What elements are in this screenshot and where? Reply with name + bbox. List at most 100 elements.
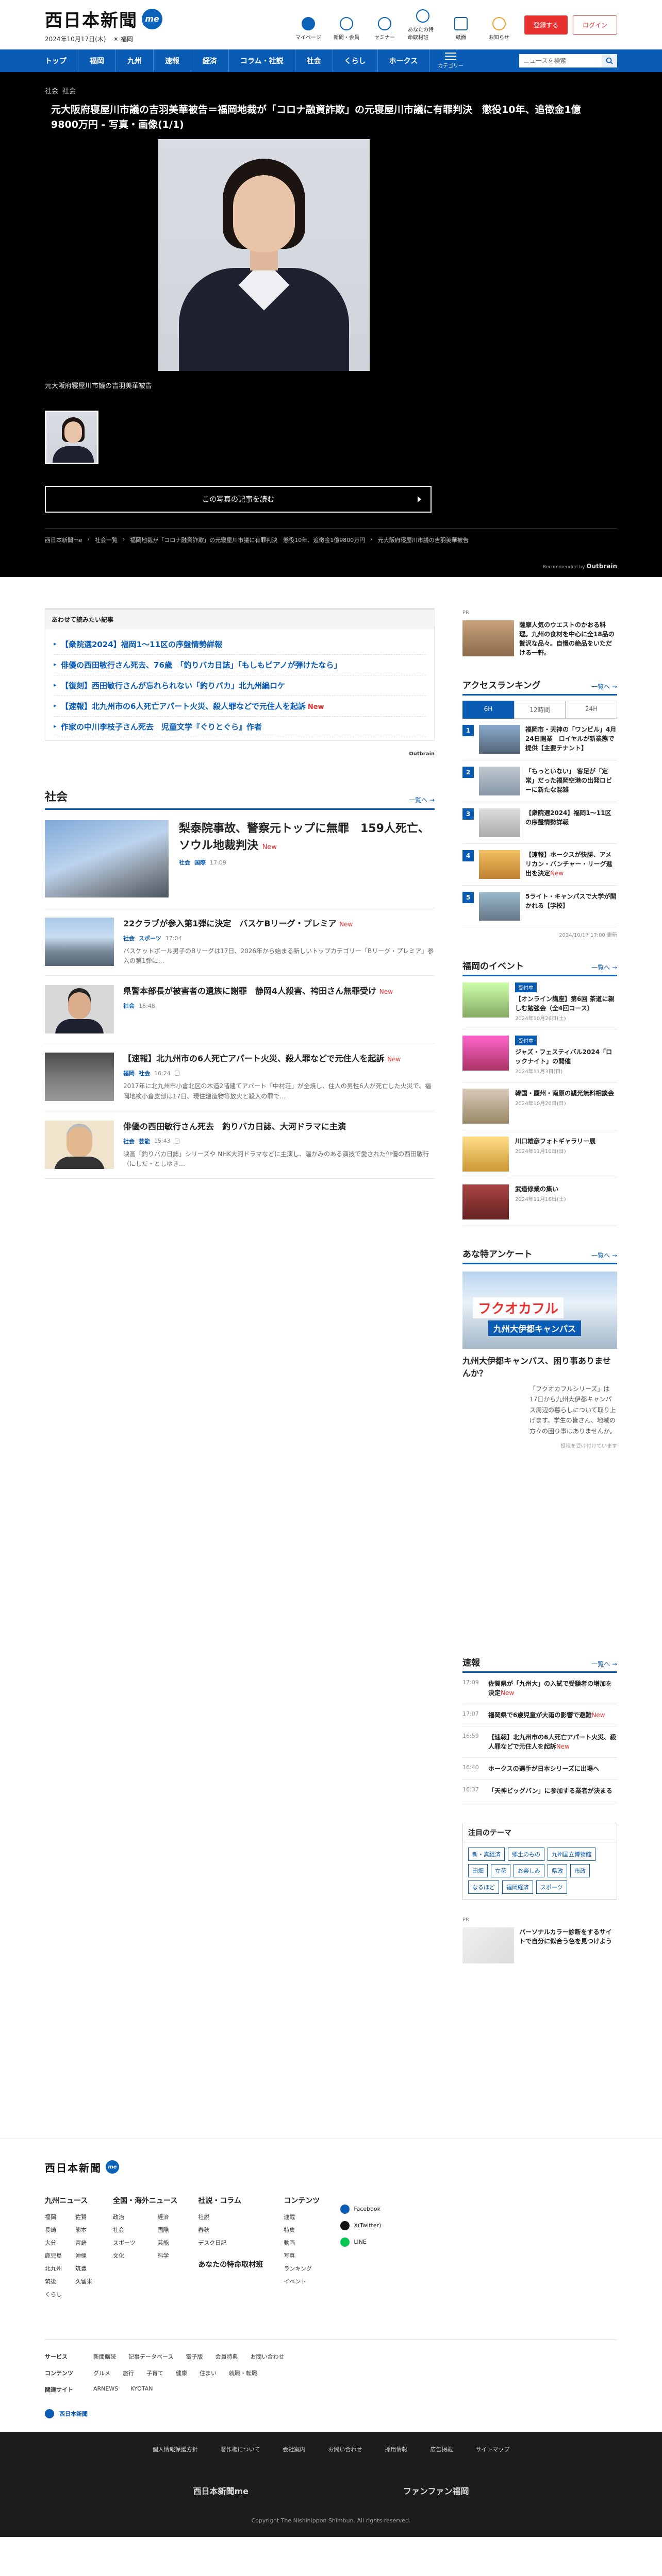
breaking-item[interactable]: 16:37 「天神ビッグバン」に参加する業者が決まる (462, 1780, 617, 1802)
footer-link[interactable]: くらし (45, 2290, 62, 2298)
footer-link[interactable]: 経済 (158, 2213, 178, 2221)
header-link-mypage[interactable]: マイページ (293, 16, 323, 41)
footer-link[interactable]: 北九州 (45, 2264, 62, 2273)
category-menu-button[interactable]: カテゴリー (438, 53, 464, 69)
related-item[interactable]: 【速報】北九州市の6人死亡アパート火災、殺人罪などで元住人を起訴New (54, 696, 426, 717)
footer-link[interactable]: ランキング (284, 2264, 320, 2273)
footer-link[interactable]: デスク日記 (198, 2239, 263, 2247)
news-item[interactable]: 22クラブが参入第1弾に決定 バスケBリーグ・プレミア New 社会 スポーツ 17… (45, 908, 435, 976)
news-item[interactable]: 県警本部長が被害者の遺族に謝罪 静岡4人殺害、袴田さん無罪受け New 社会 16… (45, 976, 435, 1044)
nav-item-hawks[interactable]: ホークス (378, 49, 430, 72)
footer-link[interactable]: 社会 (113, 2226, 144, 2234)
footer-col-title[interactable]: あなたの特命取材班 (198, 2259, 263, 2269)
footer-link[interactable]: 春秋 (198, 2226, 263, 2234)
footer-link[interactable]: 長崎 (45, 2226, 62, 2234)
bottom-link[interactable]: 広告掲載 (430, 2445, 453, 2453)
bottom-brand[interactable]: ファンファン福岡 (403, 2484, 469, 2497)
news-item[interactable]: 俳優の西田敏行さん死去 釣りバカ日誌、大河ドラマに主演 社会 芸能 15:43 映画… (45, 1111, 435, 1179)
theme-tag[interactable]: 福岡経済 (502, 1880, 533, 1894)
footer-logo[interactable]: 西日本新聞 me (45, 2160, 617, 2175)
event-item[interactable]: 川口雄彦フォトギャラリー展 2024年11月10日(日) (462, 1130, 617, 1178)
ranking-more-link[interactable]: 一覧へ (591, 682, 617, 691)
header-link-investigation[interactable]: あなたの特命取材班 (408, 9, 438, 41)
sidebar-ad-2[interactable]: PR パーソナルカラー診断をするサイトで自分に似合う色を見つけよう (462, 1915, 617, 1963)
breaking-item[interactable]: 16:40 ホークスの選手が日本シリーズに出場へ (462, 1758, 617, 1780)
event-item[interactable]: 韓国・慶州・南原の観光無料相談会 2024年10月20日(日) (462, 1082, 617, 1130)
footer-link[interactable]: 筑後 (45, 2277, 62, 2285)
search-input[interactable] (519, 54, 602, 67)
footer-link[interactable]: 写真 (284, 2251, 320, 2260)
footer-link[interactable]: 宮崎 (75, 2239, 92, 2247)
bottom-link[interactable]: 会社案内 (283, 2445, 305, 2453)
related-item[interactable]: 作家の中川李枝子さん死去 児童文学『ぐりとぐら』作者 (54, 717, 426, 737)
bottom-link[interactable]: 個人情報保護方針 (153, 2445, 198, 2453)
event-item[interactable]: 受付中 【オンライン講座】第6回 茶道に親しむ勉強会（全4回コース） 2024年10… (462, 976, 617, 1029)
theme-tag[interactable]: お楽しみ (514, 1863, 544, 1877)
event-item[interactable]: 受付中 ジャズ・フェスティバル2024「ロックナイト」の開催 2024年11月3日(… (462, 1029, 617, 1082)
footer-link[interactable]: 特集 (284, 2226, 320, 2234)
ranking-tab-24h[interactable]: 24H (566, 701, 617, 719)
nav-item-life[interactable]: くらし (333, 49, 378, 72)
search-button[interactable] (602, 54, 617, 67)
footer-link[interactable]: 筑豊 (75, 2264, 92, 2273)
footer-link[interactable]: ARNEWS (93, 2385, 118, 2394)
footer-link[interactable]: 住まい (200, 2369, 217, 2377)
footer-link[interactable]: 連載 (284, 2213, 320, 2221)
news-item[interactable]: 【速報】北九州市の6人死亡アパート火災、殺人罪などで元住人を起訴 New 福岡社… (45, 1043, 435, 1111)
header-link-seminar[interactable]: セミナー (370, 16, 400, 41)
header-link-notice[interactable]: お知らせ (484, 16, 514, 41)
survey-more-link[interactable]: 一覧へ (591, 1251, 617, 1260)
ranking-item[interactable]: 3 【衆院選2024】福岡1〜11区の序盤情勢詳報 (462, 802, 617, 844)
ranking-item[interactable]: 4 【速報】ホークスが快勝、アメリカン・バンチャー・リーグ進出を決定New (462, 844, 617, 886)
breaking-item[interactable]: 17:09 佐賀県が「九州大」の入試で受験者の増加を決定New (462, 1673, 617, 1704)
footer-link[interactable]: 旅行 (123, 2369, 134, 2377)
breadcrumb-item[interactable]: 西日本新聞me (45, 536, 82, 544)
ranking-tab-6h[interactable]: 6H (462, 701, 514, 719)
weather-link[interactable]: ☀ 福岡 (113, 35, 133, 43)
ranking-item[interactable]: 2 「もっといない」 客足が「定常」だった福岡空港の出発ロビーに新たな混雑 (462, 760, 617, 802)
breaking-more-link[interactable]: 一覧へ (591, 1659, 617, 1668)
footer-link[interactable]: 福岡 (45, 2213, 62, 2221)
register-button[interactable]: 登録する (524, 15, 568, 35)
related-item[interactable]: 【復刻】西田敏行さんが忘れられない「釣りバカ」北九州編ロケ (54, 675, 426, 696)
society-more-link[interactable]: 一覧へ (409, 795, 435, 804)
footer-link[interactable]: 沖縄 (75, 2251, 92, 2260)
footer-link[interactable]: スポーツ (113, 2239, 144, 2247)
footer-link[interactable]: 就職・転職 (229, 2369, 257, 2377)
nav-item-column[interactable]: コラム・社説 (229, 49, 295, 72)
footer-link[interactable]: 新聞購読 (93, 2352, 116, 2361)
survey-question[interactable]: 九州大伊都キャンパス、困り事ありませんか？ (462, 1355, 617, 1380)
ranking-tab-12h[interactable]: 12時間 (514, 701, 566, 719)
bottom-link[interactable]: サイトマップ (475, 2445, 509, 2453)
nav-item-top[interactable]: トップ (45, 49, 78, 72)
footer-link[interactable]: 会員特典 (215, 2352, 238, 2361)
footer-link[interactable]: 社説 (198, 2213, 263, 2221)
theme-tag[interactable]: なるほど (468, 1880, 499, 1894)
social-line[interactable]: LINE (340, 2237, 381, 2247)
top-news-item[interactable]: 梨泰院事故、警察元トップに無罪 159人死亡、ソウル地裁判決 New 社会 国際… (45, 810, 435, 908)
nav-item-fukuoka[interactable]: 福岡 (78, 49, 116, 72)
ranking-item[interactable]: 5 5ライト・キャンパスで大学が開かれる【学校】 (462, 886, 617, 927)
read-article-button[interactable]: この写真の記事を読む (45, 485, 432, 513)
theme-tag[interactable]: スポーツ (536, 1880, 567, 1894)
theme-tag[interactable]: 立花 (491, 1863, 510, 1877)
header-link-paper[interactable]: 紙面 (446, 16, 476, 41)
breaking-item[interactable]: 17:07 福岡県で6歳児童が大雨の影響で避難New (462, 1704, 617, 1726)
related-item[interactable]: 俳優の西田敏行さん死去、76歳 「釣りバカ日誌」「もしもピアノが弾けたなら」 (54, 655, 426, 675)
theme-tag[interactable]: 九州国立博物館 (548, 1847, 595, 1861)
related-outbrain-credit[interactable]: Outbrain (45, 751, 435, 757)
footer-link[interactable]: 佐賀 (75, 2213, 92, 2221)
bottom-link[interactable]: お問い合わせ (328, 2445, 362, 2453)
footer-link[interactable]: 文化 (113, 2251, 144, 2260)
group-logo[interactable]: 西日本新聞 (45, 2409, 617, 2418)
breaking-item[interactable]: 16:59 【速報】北九州市の6人死亡アパート火災、殺人罪などで元住人を起訴New (462, 1726, 617, 1758)
footer-link[interactable]: 鹿児島 (45, 2251, 62, 2260)
footer-link[interactable]: 電子版 (186, 2352, 203, 2361)
nav-item-kyushu[interactable]: 九州 (116, 49, 154, 72)
bottom-link[interactable]: 著作権について (221, 2445, 260, 2453)
footer-link[interactable]: お問い合わせ (250, 2352, 284, 2361)
login-button[interactable]: ログイン (572, 15, 617, 35)
theme-tag[interactable]: 新・真経済 (468, 1847, 505, 1861)
ranking-item[interactable]: 1 福岡市・天神の「ワンビル」4月24日開業 ロイヤルが新業態で提供【主要テナント… (462, 719, 617, 760)
theme-tag[interactable]: 県政 (548, 1863, 567, 1877)
